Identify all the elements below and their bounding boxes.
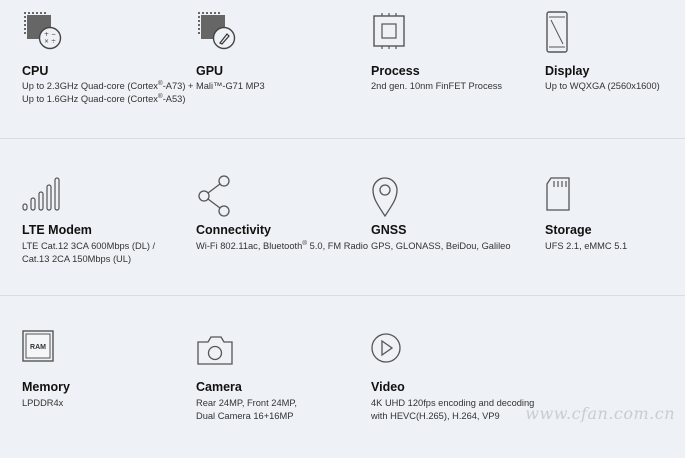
camera-icon [196,328,236,372]
spec-title: LTE Modem [22,223,92,237]
section-divider [0,295,685,296]
spec-title: Connectivity [196,223,272,237]
spec-row-2: LTE Modem LTE Cat.12 3CA 600Mbps (DL) / … [0,160,685,300]
spec-description: Up to 2.3GHz Quad-core (Cortex®-A73) + U… [22,80,194,104]
signal-bars-icon [22,174,62,218]
cpu-chip-icon: + − × ÷ [22,10,62,54]
spec-title: Camera [196,380,242,394]
phone-display-icon [545,10,585,54]
spec-description: GPS, GLONASS, BeiDou, Galileo [371,241,511,251]
svg-text:RAM: RAM [30,344,46,351]
spec-title: CPU [22,64,49,78]
svg-text:+ −: + − [44,31,56,38]
sd-card-icon [545,174,585,218]
gpu-chip-icon [196,10,236,54]
watermark: www.cfan.com.cn [525,404,675,423]
spec-description: LTE Cat.12 3CA 600Mbps (DL) / Cat.13 2CA… [22,241,156,264]
spec-title: Display [545,64,590,78]
spec-grid: + − × ÷ CPU Up to 2.3GHz Quad-core (Cort… [0,0,685,429]
spec-description: Rear 24MP, Front 24MP, Dual Camera 16+16… [196,398,297,421]
spec-title: Storage [545,223,592,237]
location-pin-icon [371,174,411,218]
spec-title: Video [371,380,405,394]
spec-description: 4K UHD 120fps encoding and decoding with… [371,398,535,421]
process-chip-icon [371,10,411,54]
svg-text:× ÷: × ÷ [44,38,56,45]
spec-description: 2nd gen. 10nm FinFET Process [371,81,503,91]
play-circle-icon [371,328,411,372]
section-divider [0,138,685,139]
spec-description: Up to WQXGA (2560x1600) [545,81,660,91]
spec-title: GNSS [371,223,407,237]
ram-chip-icon: RAM [22,328,62,372]
spec-description: UFS 2.1, eMMC 5.1 [545,241,628,251]
spec-description: LPDDR4x [22,398,64,408]
share-nodes-icon [196,174,236,218]
spec-title: Process [371,64,420,78]
spec-title: GPU [196,64,224,78]
spec-row-1: + − × ÷ CPU Up to 2.3GHz Quad-core (Cort… [0,0,685,140]
spec-row-3: RAM Memory LPDDR4x Camera Rear 24MP, Fro… [0,318,685,458]
spec-title: Memory [22,380,70,394]
spec-description: Mali™-G71 MP3 [196,81,265,91]
spec-description: Wi-Fi 802.11ac, Bluetooth® 5.0, FM Radio [196,240,369,251]
